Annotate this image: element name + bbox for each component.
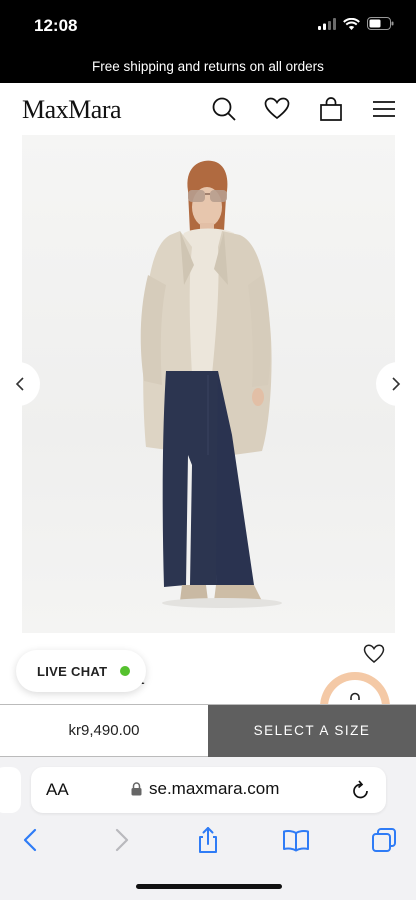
live-chat-button[interactable]: LIVE CHAT	[16, 650, 146, 692]
address-bar[interactable]: AA se.maxmara.com	[31, 767, 386, 813]
chevron-left-icon	[15, 377, 24, 391]
chevron-right-icon	[392, 377, 401, 391]
battery-icon	[367, 17, 394, 30]
status-icons	[318, 17, 394, 30]
back-chevron-icon[interactable]	[16, 825, 46, 855]
menu-icon[interactable]	[371, 96, 397, 122]
shopping-bag-icon[interactable]	[318, 96, 344, 122]
previous-tab-edge[interactable]	[0, 767, 21, 813]
status-bar: 12:08	[0, 0, 416, 50]
brand-logo[interactable]: MaxMara	[22, 95, 122, 125]
site-header: MaxMara	[0, 83, 416, 135]
live-chat-label: LIVE CHAT	[37, 663, 108, 679]
model-figure	[140, 160, 282, 608]
wishlist-heart-icon[interactable]	[363, 643, 385, 665]
chat-online-indicator	[120, 666, 131, 676]
search-icon[interactable]	[211, 96, 237, 122]
tabs-icon[interactable]	[369, 825, 399, 855]
home-indicator	[136, 884, 282, 889]
carousel-next-button[interactable]	[376, 362, 416, 406]
reload-icon[interactable]	[351, 779, 371, 801]
lock-icon	[131, 782, 142, 796]
promo-banner: Free shipping and returns on all orders	[0, 50, 416, 83]
cellular-signal-icon	[318, 17, 336, 30]
status-time: 12:08	[34, 16, 78, 35]
bookmarks-icon[interactable]	[281, 825, 311, 855]
product-price: kr9,490.00	[68, 722, 140, 739]
wifi-icon	[343, 17, 360, 30]
purchase-bar: kr9,490.00 SELECT A SIZE	[0, 704, 416, 757]
text-size-button[interactable]: AA	[46, 780, 69, 800]
forward-chevron-icon[interactable]	[106, 825, 136, 855]
heart-icon[interactable]	[264, 96, 290, 122]
share-icon[interactable]	[193, 825, 223, 855]
url-text: se.maxmara.com	[149, 779, 280, 798]
select-size-button[interactable]: SELECT A SIZE	[208, 705, 416, 757]
product-image[interactable]	[22, 135, 395, 633]
